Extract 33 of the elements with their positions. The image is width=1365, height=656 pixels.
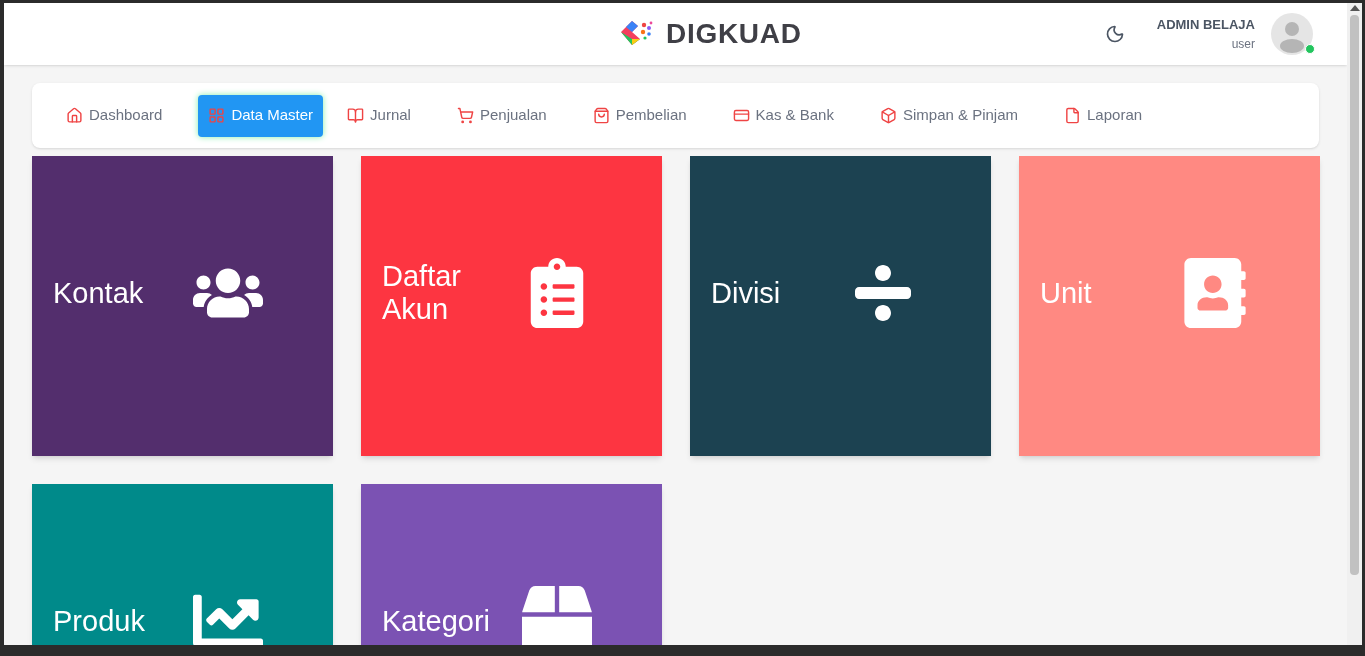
menu-tile[interactable]: Kontak (32, 156, 333, 456)
nav-tab[interactable]: Data Master (198, 94, 324, 137)
box-icon (522, 586, 592, 645)
nav-tab[interactable]: Simpan & Pinjam (869, 94, 1029, 137)
user-name: ADMIN BELAJA (1156, 16, 1255, 35)
card-icon (732, 107, 750, 124)
grid-icon (208, 107, 226, 124)
nav-tab[interactable]: Dashboard (56, 94, 173, 137)
nav-tab[interactable]: Laporan (1054, 94, 1153, 137)
nav-tab[interactable]: Pembelian (582, 94, 697, 137)
brand-title: DIGKUAD (666, 17, 802, 51)
menu-tile[interactable]: Daftar Akun (361, 156, 662, 456)
menu-tile[interactable]: Divisi (690, 156, 991, 456)
tile-label: Kontak (53, 276, 145, 310)
cart-icon (456, 107, 474, 124)
bag-icon (592, 107, 610, 124)
nav-tab[interactable]: Jurnal (337, 94, 421, 137)
dark-mode-icon[interactable] (1104, 24, 1125, 44)
cube-icon (879, 107, 897, 124)
book-icon (347, 107, 365, 124)
tile-label: Kategori (382, 604, 491, 638)
menu-tile[interactable]: Produk (32, 484, 333, 645)
tile-label: Unit (1040, 276, 1093, 310)
file-icon (1064, 107, 1082, 124)
menu-tile[interactable]: Kategori (361, 484, 662, 645)
home-icon (66, 107, 83, 124)
user-role: user (1231, 35, 1255, 53)
tile-label: Divisi (711, 276, 782, 310)
nav-tab[interactable]: Penjualan (446, 94, 557, 137)
scrollbar-thumb[interactable] (1350, 15, 1359, 575)
nav-tab[interactable]: Kas & Bank (722, 94, 844, 137)
tile-label: Produk (53, 604, 146, 638)
tile-label: Daftar Akun (382, 260, 462, 326)
